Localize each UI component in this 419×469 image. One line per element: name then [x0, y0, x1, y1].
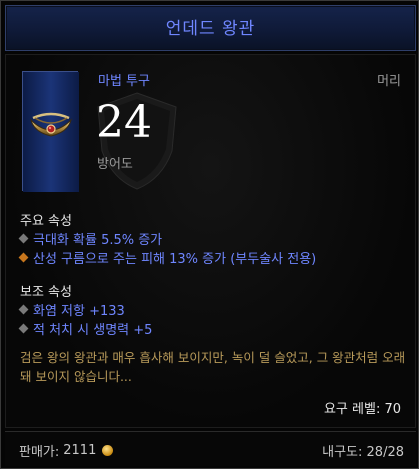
- flavor-text: 검은 왕의 왕관과 매우 흡사해 보이지만, 녹이 덜 슬었고, 그 왕관처럼 …: [20, 350, 406, 384]
- affix-text: 극대화 확률 5.5% 증가: [33, 233, 163, 248]
- item-icon-frame: [22, 71, 79, 192]
- armor-label: 방어도: [97, 157, 133, 172]
- tooltip-header: 언데드 왕관: [5, 5, 416, 51]
- sell-label: 판매가:: [19, 445, 60, 460]
- sell-price: 판매가: 2111: [19, 441, 114, 460]
- bullet-icon: [18, 304, 29, 315]
- gold-coin-icon: [102, 445, 114, 456]
- item-slot: 머리: [377, 74, 401, 89]
- tooltip-body: 마법 투구 머리 24 방어도 주요 속성 극대화 확률 5.5% 증가 산성 …: [5, 54, 416, 428]
- secondary-section-title: 보조 속성: [20, 285, 72, 300]
- item-name: 언데드 왕관: [165, 19, 256, 39]
- primary-affix: 산성 구름으로 주는 피해 13% 증가 (부두술사 전용): [18, 248, 317, 267]
- primary-affix: 극대화 확률 5.5% 증가: [18, 229, 163, 248]
- primary-section-title: 주요 속성: [20, 214, 72, 229]
- item-type: 마법 투구: [98, 74, 150, 89]
- required-level: 요구 레벨: 70: [323, 402, 401, 417]
- crown-icon: [23, 72, 79, 192]
- secondary-affix: 화염 저항 +133: [18, 300, 125, 319]
- secondary-affix: 적 처치 시 생명력 +5: [18, 319, 153, 338]
- affix-text: 화염 저항 +133: [33, 304, 125, 319]
- item-tooltip: 언데드 왕관 마법 투구 머리 24 방어도 주요 속성 극대화 확률 5.5%…: [0, 0, 419, 469]
- bullet-icon: [18, 252, 29, 263]
- affix-text: 적 처치 시 생명력 +5: [33, 323, 153, 338]
- bullet-icon: [18, 323, 29, 334]
- armor-value: 24: [96, 97, 152, 148]
- affix-text: 산성 구름으로 주는 피해 13% 증가 (부두술사 전용): [33, 252, 317, 267]
- durability: 내구도: 28/28: [322, 445, 404, 460]
- bullet-icon: [18, 233, 29, 244]
- tooltip-footer: 판매가: 2111 내구도: 28/28: [5, 431, 416, 466]
- sell-value: 2111: [63, 443, 97, 458]
